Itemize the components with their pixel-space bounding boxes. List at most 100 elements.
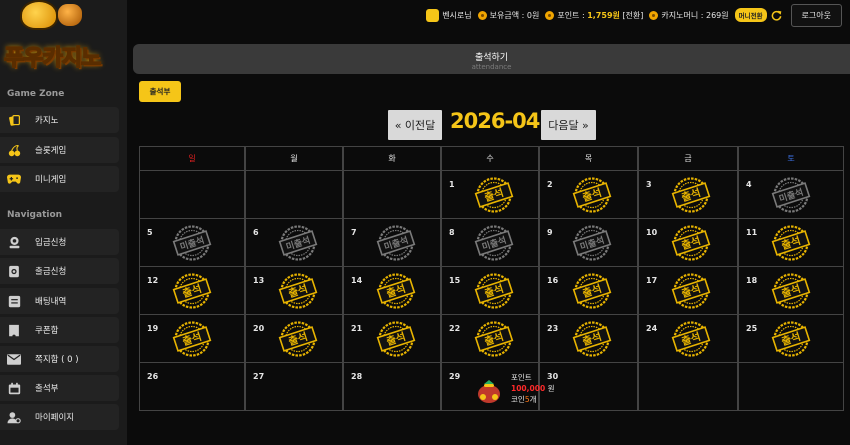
reward-coins: 코인5개 — [511, 395, 537, 404]
money-bag-icon — [478, 380, 500, 403]
sidebar-item-messages[interactable]: 쪽지함 ( 0 ) — [0, 346, 119, 372]
calendar-day-18: 18 출석 — [738, 267, 844, 315]
calendar-day-6: 6 미출석 — [245, 219, 343, 267]
svg-text:출석: 출석 — [780, 282, 802, 300]
sidebar-item-casino[interactable]: 카지노 — [0, 107, 119, 133]
attended-stamp-icon: 출석 — [572, 273, 612, 309]
weekday-header: 금 — [638, 147, 738, 171]
sidebar-item-label: 슬롯게임 — [35, 146, 67, 156]
points-info: 포인트 : 1,759원 [전환] — [545, 10, 643, 21]
weekday-header: 목 — [539, 147, 638, 171]
page-title: 출석하기 — [474, 53, 509, 63]
sidebar-item-coupon[interactable]: 쿠폰함 — [0, 317, 119, 343]
day-number: 2 — [547, 180, 553, 189]
svg-text:출석: 출석 — [680, 282, 702, 300]
calendar-day-13: 13 출석 — [245, 267, 343, 315]
refresh-icon[interactable] — [771, 9, 783, 21]
weekday-header: 토 — [738, 147, 844, 171]
coupon-icon — [6, 322, 22, 338]
calendar-day-1: 1 출석 — [441, 171, 539, 219]
day-number: 3 — [646, 180, 652, 189]
calendar-day-5: 5 미출석 — [139, 219, 245, 267]
month-title: 2026-04 — [450, 109, 540, 133]
casino-money-info: 카지노머니 : 269원 — [649, 10, 729, 21]
calendar-day-22: 22 출석 — [441, 315, 539, 363]
sidebar-item-label: 카지노 — [35, 116, 59, 126]
points-convert-link[interactable]: [전환] — [622, 10, 643, 21]
pooh-mascot-icon — [22, 2, 56, 28]
calendar-day-23: 23 출석 — [539, 315, 638, 363]
sidebar-item-bet-history[interactable]: 배팅내역 — [0, 288, 119, 314]
sidebar-item-label: 입금신청 — [35, 238, 67, 248]
calendar-day-24: 24 출석 — [638, 315, 738, 363]
logo-text: 푸우카지노 — [3, 45, 102, 72]
day-number: 15 — [449, 276, 461, 285]
cards-icon — [6, 112, 22, 128]
calendar-day-2: 2 출석 — [539, 171, 638, 219]
sidebar-item-slots[interactable]: 슬롯게임 — [0, 137, 119, 163]
day-number: 4 — [746, 180, 752, 189]
level-badge-icon — [426, 8, 440, 22]
logo[interactable]: 푸우카지노 — [0, 0, 127, 74]
username: 벤시로님 — [442, 10, 472, 20]
sidebar-item-minigame[interactable]: 미니게임 — [0, 166, 119, 192]
attended-stamp-icon: 출석 — [278, 273, 318, 309]
svg-text:출석: 출석 — [181, 282, 203, 300]
svg-text:출석: 출석 — [287, 282, 309, 300]
sidebar-item-deposit[interactable]: 입금신청 — [0, 229, 119, 255]
tab-attendance-book[interactable]: 출석부 — [139, 81, 181, 102]
sidebar-item-withdraw[interactable]: 출금신청 — [0, 258, 119, 284]
missed-stamp-icon: 미출석 — [376, 225, 416, 261]
user-info: 벤시로님 — [426, 8, 472, 22]
calendar-day-3: 3 출석 — [638, 171, 738, 219]
points-label: 포인트 : — [557, 10, 585, 20]
calendar-day-28: 28 — [343, 363, 441, 411]
day-number: 11 — [746, 228, 758, 237]
reward-points: 100,000 원 — [511, 384, 555, 393]
day-number: 28 — [351, 372, 363, 381]
day-number: 23 — [547, 324, 559, 333]
day-number: 27 — [253, 372, 265, 381]
attended-stamp-icon: 출석 — [474, 177, 514, 213]
day-number: 13 — [253, 276, 265, 285]
sidebar-item-attendance[interactable]: 출석부 — [0, 375, 119, 401]
prev-month-button[interactable]: « 이전달 — [388, 110, 442, 140]
sidebar-item-label: 쪽지함 ( 0 ) — [35, 355, 79, 365]
attended-stamp-icon: 출석 — [771, 225, 811, 261]
svg-text:출석: 출석 — [680, 330, 702, 348]
logout-button[interactable]: 로그아웃 — [790, 3, 842, 27]
sidebar-item-mypage[interactable]: 마이페이지 — [0, 404, 119, 430]
balance-label: 보유금액 : — [489, 10, 525, 20]
calendar-empty-cell — [638, 363, 738, 411]
svg-text:출석: 출석 — [780, 234, 802, 252]
deposit-icon — [6, 234, 22, 250]
attended-stamp-icon: 출석 — [771, 273, 811, 309]
attended-stamp-icon: 출석 — [278, 321, 318, 357]
attended-stamp-icon: 출석 — [172, 273, 212, 309]
money-swap-button[interactable]: 머니전환 — [734, 8, 767, 22]
points-value: 1,759원 — [587, 10, 620, 20]
calendar-day-16: 16 출석 — [539, 267, 638, 315]
day-number: 17 — [646, 276, 658, 285]
attendance-header: 출석하기 attendance — [133, 44, 850, 74]
sidebar-item-label: 출금신청 — [35, 267, 67, 277]
calendar-day-17: 17 출석 — [638, 267, 738, 315]
sidebar-item-label: 미니게임 — [35, 175, 67, 185]
attendance-calendar: 일 월 화 수 목 금 토 1 출석 2 출석 3 출석 4 미출석 5 미출석 6 미출석 7 미출석 8 미출석 9 미출석… — [139, 146, 844, 411]
attended-stamp-icon: 출석 — [671, 321, 711, 357]
calendar-day-9: 9 미출석 — [539, 219, 638, 267]
coin-icon — [649, 10, 659, 20]
next-month-button[interactable]: 다음달 » — [541, 110, 596, 140]
weekday-header: 월 — [245, 147, 343, 171]
day-number: 10 — [646, 228, 658, 237]
calendar-day-20: 20 출석 — [245, 315, 343, 363]
day-number: 20 — [253, 324, 265, 333]
day-number: 9 — [547, 228, 553, 237]
weekday-header: 일 — [139, 147, 245, 171]
svg-text:출석: 출석 — [385, 330, 407, 348]
calendar-icon — [6, 380, 22, 396]
attended-stamp-icon: 출석 — [572, 177, 612, 213]
attended-stamp-icon: 출석 — [671, 177, 711, 213]
calendar-day-19: 19 출석 — [139, 315, 245, 363]
balance-value: 0원 — [526, 10, 540, 20]
